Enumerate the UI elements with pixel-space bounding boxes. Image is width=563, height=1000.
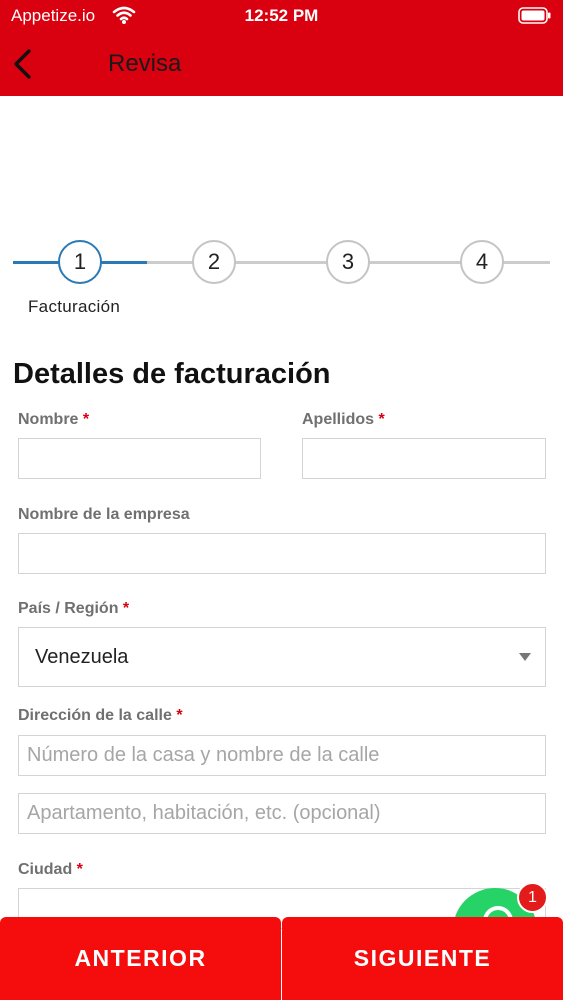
city-label-text: Ciudad bbox=[18, 861, 73, 878]
company-label: Nombre de la empresa bbox=[18, 506, 190, 524]
company-label-text: Nombre de la empresa bbox=[18, 506, 190, 523]
last-name-label: Apellidos * bbox=[302, 411, 385, 429]
step-3[interactable]: 3 bbox=[326, 240, 370, 284]
next-button[interactable]: SIGUIENTE bbox=[282, 917, 563, 1000]
first-name-label: Nombre * bbox=[18, 411, 89, 429]
required-mark: * bbox=[122, 600, 130, 617]
first-name-input[interactable] bbox=[18, 438, 261, 479]
required-mark: * bbox=[378, 411, 385, 428]
chat-notification-badge: 1 bbox=[517, 882, 548, 913]
last-name-label-text: Apellidos bbox=[302, 411, 375, 428]
country-select[interactable]: Venezuela bbox=[18, 627, 546, 687]
battery-icon bbox=[518, 7, 551, 24]
checkout-stepper: 1 2 3 4 Facturación bbox=[0, 240, 563, 330]
required-mark: * bbox=[176, 707, 183, 724]
navigation-bar: Revisa bbox=[0, 32, 563, 96]
street-address-label: Dirección de la calle * bbox=[18, 707, 183, 725]
step-1[interactable]: 1 bbox=[58, 240, 102, 284]
apartment-placeholder: Apartamento, habitación, etc. (opcional) bbox=[27, 802, 381, 824]
previous-button[interactable]: ANTERIOR bbox=[0, 917, 281, 1000]
company-input[interactable] bbox=[18, 533, 546, 574]
country-label: País / Región * bbox=[18, 600, 129, 618]
step-4[interactable]: 4 bbox=[460, 240, 504, 284]
apartment-input[interactable]: Apartamento, habitación, etc. (opcional) bbox=[18, 793, 546, 834]
country-selected-value: Venezuela bbox=[35, 646, 129, 668]
street-address-placeholder: Número de la casa y nombre de la calle bbox=[27, 744, 380, 766]
billing-details-title: Detalles de facturación bbox=[13, 358, 331, 390]
page-title: Revisa bbox=[108, 50, 182, 77]
street-address-input[interactable]: Número de la casa y nombre de la calle bbox=[18, 735, 546, 776]
status-bar: Appetize.io 12:52 PM bbox=[0, 0, 563, 32]
step-2[interactable]: 2 bbox=[192, 240, 236, 284]
first-name-label-text: Nombre bbox=[18, 411, 79, 428]
required-mark: * bbox=[76, 861, 83, 878]
dropdown-caret-icon bbox=[519, 653, 531, 661]
country-label-text: País / Región bbox=[18, 600, 119, 617]
clock: 12:52 PM bbox=[244, 6, 319, 25]
active-step-label: Facturación bbox=[28, 297, 121, 316]
required-mark: * bbox=[82, 411, 90, 428]
back-arrow-icon[interactable] bbox=[8, 46, 38, 82]
street-address-label-text: Dirección de la calle bbox=[18, 707, 172, 724]
last-name-input[interactable] bbox=[302, 438, 546, 479]
city-label: Ciudad * bbox=[18, 861, 83, 879]
